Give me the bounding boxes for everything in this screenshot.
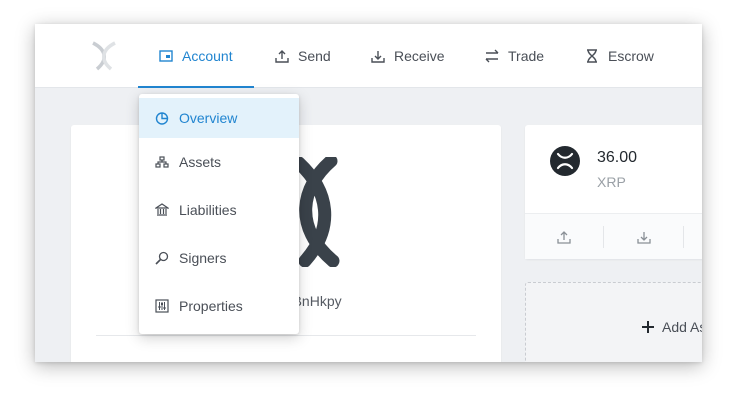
plus-icon [642, 321, 654, 333]
app-window: Account Send Receive Trade Escrow 36.00 … [35, 24, 702, 362]
sitemap-icon [155, 156, 169, 168]
nav-send[interactable]: Send [275, 24, 331, 88]
pie-chart-icon [155, 112, 169, 125]
add-asset-button[interactable]: Add As [642, 319, 702, 335]
account-icon [159, 50, 173, 62]
menu-item-overview[interactable]: Overview [139, 98, 299, 138]
add-asset-label: Add As [662, 319, 702, 335]
top-navbar: Account Send Receive Trade Escrow [35, 24, 702, 88]
nav-send-label: Send [298, 48, 331, 64]
menu-item-assets[interactable]: Assets [139, 138, 299, 186]
nav-escrow-label: Escrow [608, 48, 654, 64]
xrp-badge-icon [550, 146, 580, 176]
balance-actions [525, 213, 702, 259]
menu-item-label: Overview [179, 110, 238, 126]
bank-icon [155, 203, 169, 216]
nav-account-label: Account [182, 48, 233, 64]
nav-trade-label: Trade [508, 48, 545, 64]
send-icon[interactable] [555, 228, 573, 246]
trade-icon [485, 49, 499, 63]
menu-item-label: Properties [179, 298, 243, 314]
menu-item-label: Liabilities [179, 202, 237, 218]
menu-item-signers[interactable]: Signers [139, 234, 299, 282]
nav-account[interactable]: Account [138, 24, 254, 88]
nav-receive-label: Receive [394, 48, 445, 64]
nav-receive[interactable]: Receive [371, 24, 445, 88]
nav-escrow[interactable]: Escrow [585, 24, 654, 88]
menu-item-properties[interactable]: Properties [139, 282, 299, 330]
action-separator [683, 226, 684, 248]
receive-icon [371, 51, 385, 63]
menu-item-liabilities[interactable]: Liabilities [139, 186, 299, 234]
send-icon [275, 50, 289, 63]
escrow-icon [587, 49, 597, 63]
card-divider [96, 335, 476, 336]
receive-icon[interactable] [635, 228, 653, 246]
account-dropdown-menu: Overview Assets Liabilities Signers Prop… [139, 94, 299, 334]
balance-card: 36.00 XRP [525, 125, 702, 259]
menu-item-label: Signers [179, 250, 227, 266]
xrp-logo-icon[interactable] [87, 39, 121, 73]
menu-item-label: Assets [179, 154, 222, 170]
nav-trade[interactable]: Trade [485, 24, 544, 88]
add-asset-card[interactable]: Add As [525, 282, 702, 362]
sliders-icon [155, 299, 169, 313]
key-search-icon [155, 251, 169, 265]
action-separator [603, 226, 604, 248]
balance-amount: 36.00 [597, 149, 638, 166]
balance-currency: XRP [597, 174, 626, 190]
